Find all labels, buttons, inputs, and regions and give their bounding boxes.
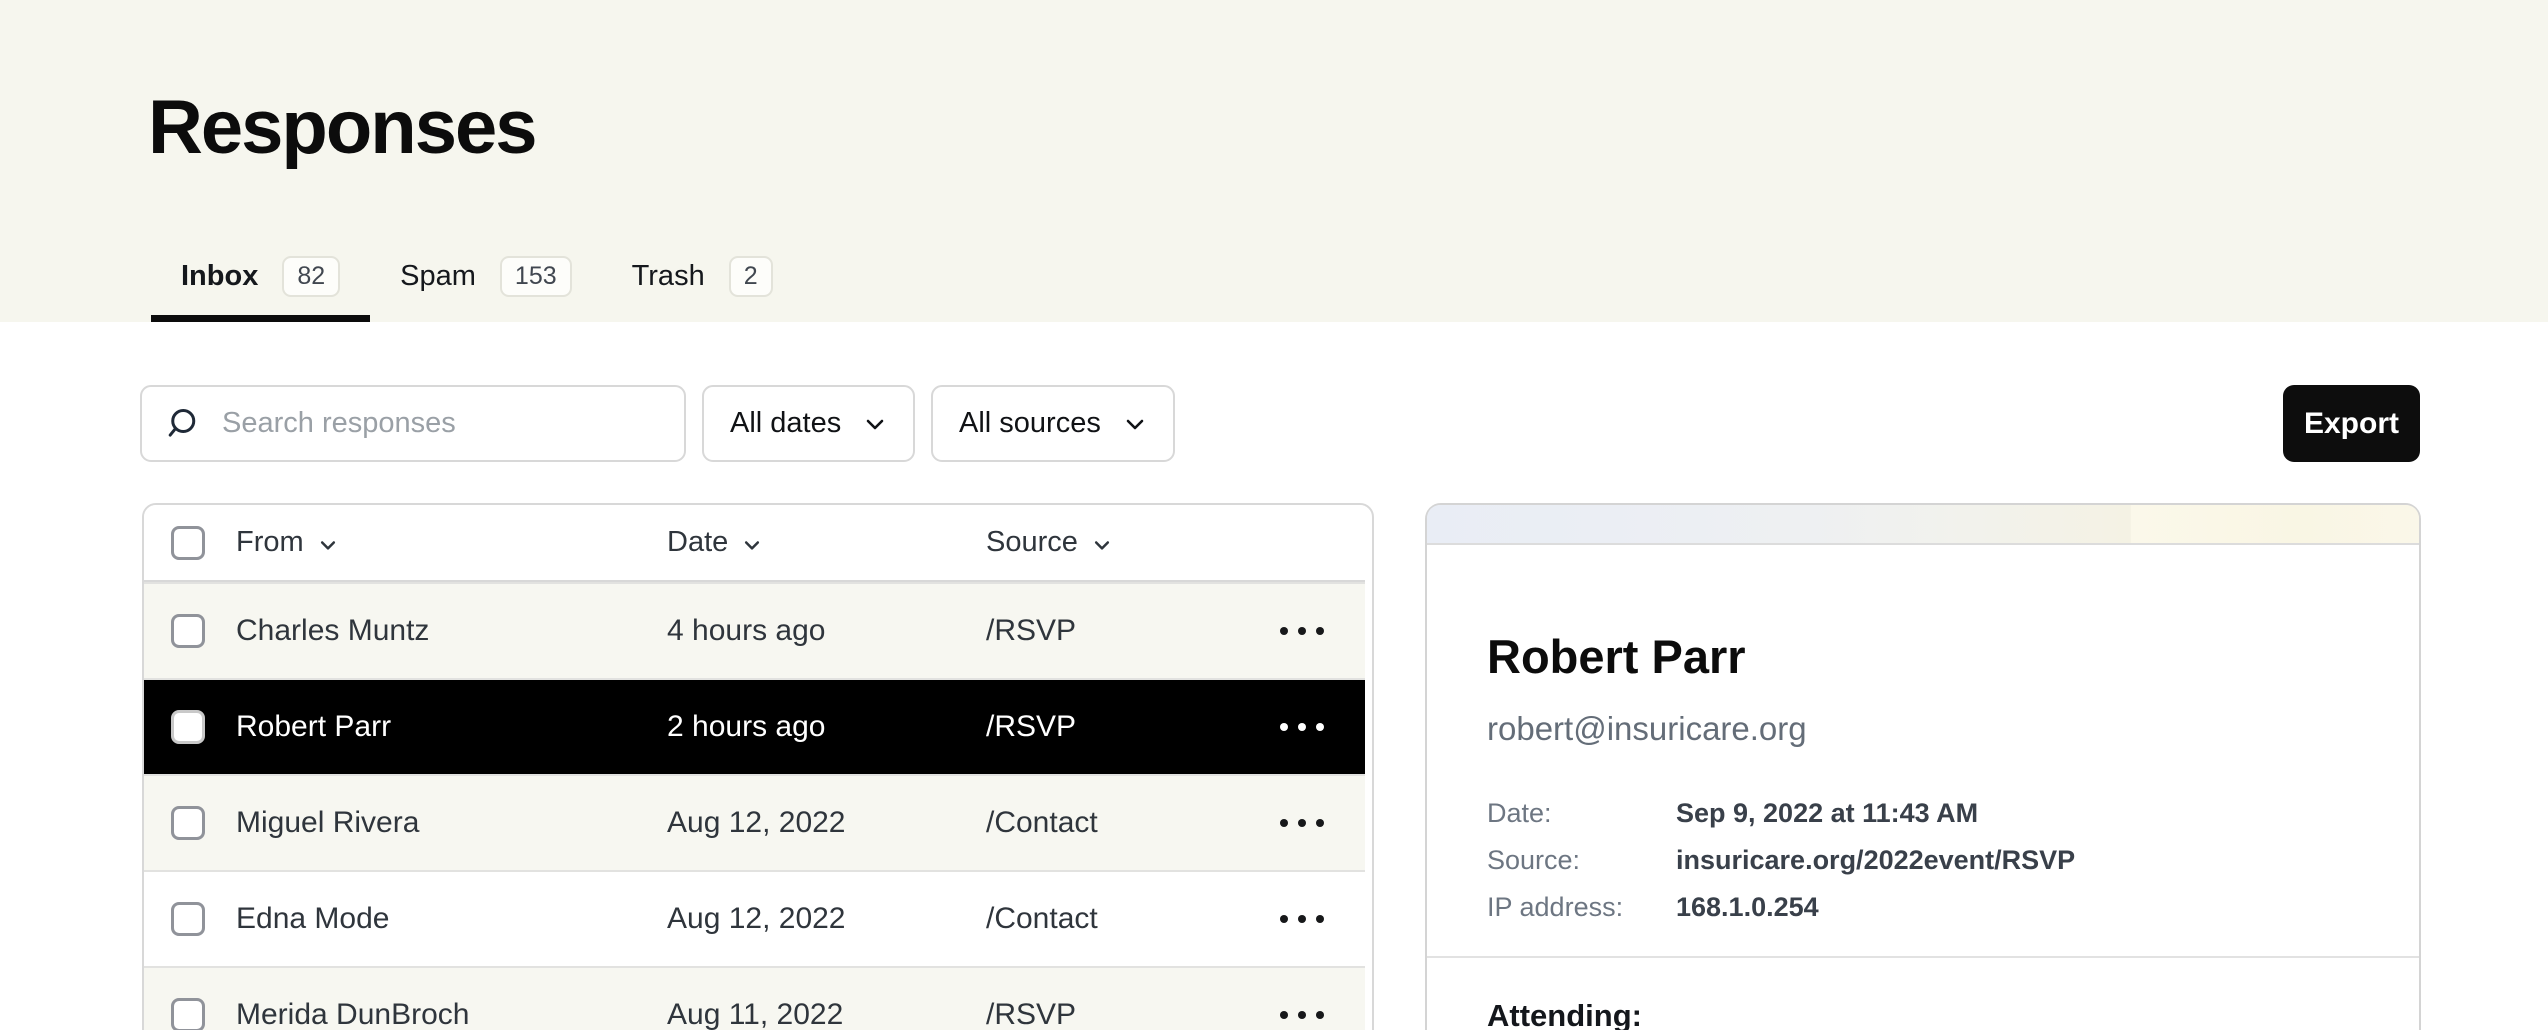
row-source: /RSVP: [986, 710, 1280, 744]
ellipsis-icon: [1280, 723, 1288, 731]
row-menu-button[interactable]: [1280, 723, 1324, 731]
table-row[interactable]: Merida DunBroch Aug 11, 2022 /RSVP: [144, 966, 1365, 1030]
row-from: Merida DunBroch: [236, 998, 667, 1030]
ellipsis-icon: [1316, 1011, 1324, 1019]
attending-heading: Attending:: [1487, 998, 2359, 1030]
search-input[interactable]: [222, 407, 662, 440]
chevron-down-icon: [863, 412, 887, 436]
row-checkbox[interactable]: [171, 902, 205, 936]
detail-banner: [1427, 505, 2419, 545]
chevron-down-icon: [1092, 535, 1112, 555]
detail-body: Robert Parr robert@insuricare.org Date: …: [1427, 629, 2419, 1030]
tab-trash[interactable]: Trash 2: [602, 230, 803, 322]
row-from: Edna Mode: [236, 902, 667, 936]
ellipsis-icon: [1298, 915, 1306, 923]
meta-row-ip: IP address: 168.1.0.254: [1487, 890, 2359, 924]
page-title: Responses: [148, 84, 536, 171]
toolbar: All dates All sources Export: [140, 385, 2420, 462]
row-menu-button[interactable]: [1280, 1011, 1324, 1019]
date-filter-label: All dates: [730, 407, 841, 440]
ellipsis-icon: [1316, 723, 1324, 731]
column-header-from-label: From: [236, 526, 304, 559]
ellipsis-icon: [1280, 915, 1288, 923]
tab-bar: Inbox 82 Spam 153 Trash 2: [151, 230, 803, 322]
tab-trash-count-badge: 2: [729, 256, 773, 297]
row-source: /RSVP: [986, 614, 1280, 648]
meta-row-date: Date: Sep 9, 2022 at 11:43 AM: [1487, 796, 2359, 830]
ellipsis-icon: [1298, 1011, 1306, 1019]
responses-page: Responses Inbox 82 Spam 153 Trash 2: [0, 0, 2548, 1030]
ellipsis-icon: [1316, 627, 1324, 635]
row-date: Aug 11, 2022: [667, 998, 986, 1030]
date-filter-dropdown[interactable]: All dates: [702, 385, 915, 462]
tab-trash-label: Trash: [632, 260, 705, 293]
meta-row-source: Source: insuricare.org/2022event/RSVP: [1487, 843, 2359, 877]
page-header: Responses Inbox 82 Spam 153 Trash 2: [0, 0, 2548, 322]
row-checkbox[interactable]: [171, 710, 205, 744]
row-from: Miguel Rivera: [236, 806, 667, 840]
column-header-source-label: Source: [986, 526, 1078, 559]
tab-inbox-count-badge: 82: [282, 256, 340, 297]
chevron-down-icon: [742, 535, 762, 555]
select-all-checkbox[interactable]: [171, 526, 205, 560]
meta-label: Date:: [1487, 796, 1676, 830]
ellipsis-icon: [1280, 819, 1288, 827]
ellipsis-icon: [1316, 915, 1324, 923]
detail-meta: Date: Sep 9, 2022 at 11:43 AM Source: in…: [1487, 796, 2359, 924]
row-menu-button[interactable]: [1280, 819, 1324, 827]
row-from: Robert Parr: [236, 710, 667, 744]
meta-value: insuricare.org/2022event/RSVP: [1676, 843, 2075, 877]
ellipsis-icon: [1298, 723, 1306, 731]
detail-divider: [1427, 956, 2419, 958]
detail-name: Robert Parr: [1487, 629, 2359, 684]
tab-spam-label: Spam: [400, 260, 476, 293]
table-row-selected[interactable]: Robert Parr 2 hours ago /RSVP: [142, 678, 1365, 774]
tab-inbox[interactable]: Inbox 82: [151, 230, 370, 322]
table-row[interactable]: Edna Mode Aug 12, 2022 /Contact: [144, 870, 1365, 966]
ellipsis-icon: [1298, 819, 1306, 827]
ellipsis-icon: [1280, 627, 1288, 635]
row-date: 4 hours ago: [667, 614, 986, 648]
row-checkbox[interactable]: [171, 806, 205, 840]
tab-spam-count-badge: 153: [500, 256, 572, 297]
row-menu-button[interactable]: [1280, 915, 1324, 923]
row-checkbox[interactable]: [171, 998, 205, 1030]
column-header-date-label: Date: [667, 526, 728, 559]
row-menu-button[interactable]: [1280, 627, 1324, 635]
meta-label: Source:: [1487, 843, 1676, 877]
table-row[interactable]: Charles Muntz 4 hours ago /RSVP: [144, 582, 1365, 678]
column-header-source[interactable]: Source: [986, 526, 1324, 559]
row-source: /Contact: [986, 806, 1280, 840]
table-row[interactable]: Miguel Rivera Aug 12, 2022 /Contact: [144, 774, 1365, 870]
chevron-down-icon: [318, 535, 338, 555]
row-source: /Contact: [986, 902, 1280, 936]
row-date: 2 hours ago: [667, 710, 986, 744]
response-detail-panel: Robert Parr robert@insuricare.org Date: …: [1425, 503, 2421, 1030]
row-checkbox[interactable]: [171, 614, 205, 648]
row-from: Charles Muntz: [236, 614, 667, 648]
responses-table: From Date Source Charles Muntz 4 hours a…: [142, 503, 1374, 1030]
meta-value: 168.1.0.254: [1676, 890, 1819, 924]
tab-spam[interactable]: Spam 153: [370, 230, 601, 322]
source-filter-label: All sources: [959, 407, 1101, 440]
row-source: /RSVP: [986, 998, 1280, 1030]
export-button[interactable]: Export: [2283, 385, 2420, 462]
search-icon: [166, 406, 202, 442]
ellipsis-icon: [1280, 1011, 1288, 1019]
meta-value: Sep 9, 2022 at 11:43 AM: [1676, 796, 1978, 830]
row-date: Aug 12, 2022: [667, 806, 986, 840]
ellipsis-icon: [1298, 627, 1306, 635]
active-tab-underline: [151, 315, 370, 322]
search-box[interactable]: [140, 385, 686, 462]
ellipsis-icon: [1316, 819, 1324, 827]
source-filter-dropdown[interactable]: All sources: [931, 385, 1175, 462]
row-date: Aug 12, 2022: [667, 902, 986, 936]
table-header-row: From Date Source: [144, 505, 1365, 582]
column-header-date[interactable]: Date: [667, 526, 986, 559]
chevron-down-icon: [1123, 412, 1147, 436]
tab-inbox-label: Inbox: [181, 260, 258, 293]
column-header-from[interactable]: From: [236, 526, 667, 559]
detail-email: robert@insuricare.org: [1487, 710, 2359, 748]
meta-label: IP address:: [1487, 890, 1676, 924]
